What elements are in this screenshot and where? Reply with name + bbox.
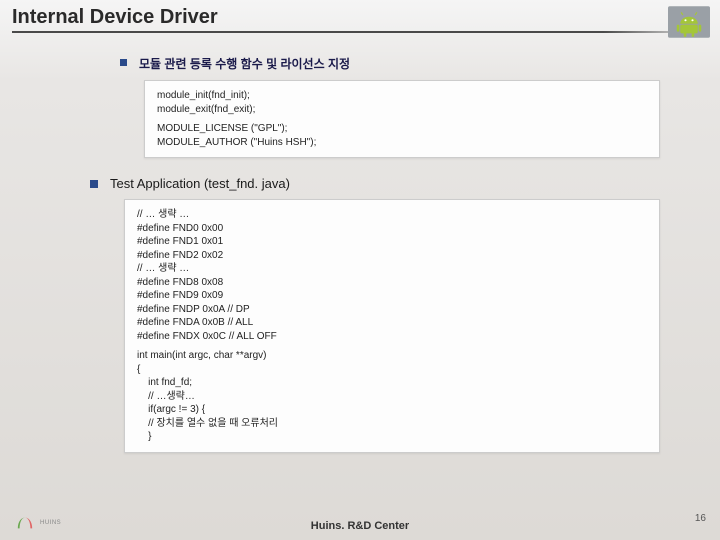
android-icon: [668, 6, 710, 38]
code-defines: // … 생략 … #define FND0 0x00 #define FND1…: [137, 208, 647, 343]
bullet-module: 모듈 관련 등록 수행 함수 및 라이선스 지정: [120, 55, 680, 72]
logo-text: HUINS: [40, 520, 61, 526]
bullet-module-text: 모듈 관련 등록 수행 함수 및 라이선스 지정: [139, 55, 350, 72]
title-underline: [12, 31, 708, 33]
bullet-square-icon: [90, 180, 98, 188]
slide: Internal Device Driver 모듈 관련 등록 수행 함수 및 …: [0, 0, 720, 540]
code-module-init: module_init(fnd_init); module_exit(fnd_e…: [157, 89, 647, 116]
page-number: 16: [695, 513, 706, 524]
footer-text: Huins. R&D Center: [0, 520, 720, 532]
bullet-testapp: Test Application (test_fnd. java): [90, 176, 680, 191]
huins-logo: HUINS: [14, 514, 61, 532]
logo-mark-icon: [14, 514, 36, 532]
title-bar: Internal Device Driver: [0, 0, 720, 35]
code-box-testapp: // … 생략 … #define FND0 0x00 #define FND1…: [124, 199, 660, 453]
page-title: Internal Device Driver: [12, 6, 708, 29]
code-box-module: module_init(fnd_init); module_exit(fnd_e…: [144, 80, 660, 158]
bullet-testapp-text: Test Application (test_fnd. java): [110, 176, 290, 191]
content-area: 모듈 관련 등록 수행 함수 및 라이선스 지정 module_init(fnd…: [0, 35, 720, 453]
bullet-square-icon: [120, 59, 127, 66]
code-main: int main(int argc, char **argv) { int fn…: [137, 349, 647, 444]
code-module-license: MODULE_LICENSE ("GPL"); MODULE_AUTHOR ("…: [157, 122, 647, 149]
